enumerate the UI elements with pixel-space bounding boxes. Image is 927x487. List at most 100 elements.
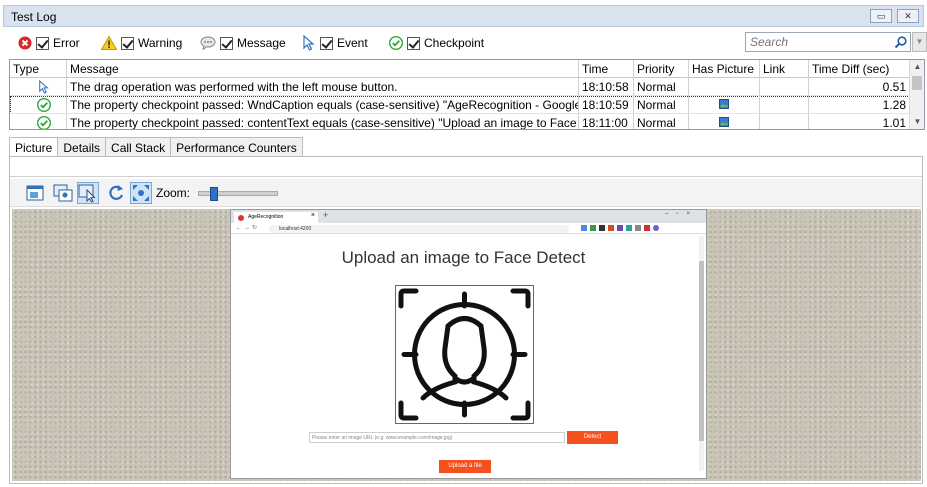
tab-details[interactable]: Details [57,137,107,157]
filter-warning-label: Warning [138,36,183,50]
close-button[interactable]: ✕ [897,9,919,23]
event-checkbox[interactable] [320,36,333,50]
compare-expected-button[interactable] [52,182,74,204]
filter-event[interactable]: Event [302,35,368,51]
filter-message[interactable]: Message [200,35,286,51]
checkpoint-icon [389,36,403,50]
event-icon [39,79,49,94]
row-link [760,114,809,129]
row-has-picture [689,114,760,129]
detect-button: Detect [567,431,618,444]
filter-warning[interactable]: Warning [101,35,182,51]
message-checkbox[interactable] [220,36,233,50]
filter-checkpoint[interactable]: Checkpoint [389,35,484,51]
fit-to-window-button[interactable] [130,182,152,204]
zoom-label: Zoom: [156,186,191,200]
image-view-icon [26,185,44,201]
browser-tab: AgeRecognition × [234,212,318,223]
captured-screenshot: AgeRecognition × + –▫× ←→↻ localhost:420… [230,209,707,479]
column-header-link[interactable]: Link [760,60,809,78]
table-row[interactable]: The property checkpoint passed: WndCapti… [10,96,910,114]
table-row[interactable]: The property checkpoint passed: contentT… [10,114,910,129]
row-message: The property checkpoint passed: contentT… [67,114,579,129]
error-icon [18,36,32,50]
browser-url: localhost:4200 [269,225,569,233]
compare-images-icon [53,184,73,202]
column-header-time-diff[interactable]: Time Diff (sec) [809,60,910,78]
error-checkbox[interactable] [36,36,49,50]
face-detect-placeholder [395,285,534,424]
row-has-picture [689,96,760,114]
row-time: 18:11:00 [579,114,634,129]
checkpoint-icon [36,97,52,113]
column-header-priority[interactable]: Priority [634,60,689,78]
upload-file-button: Upload a file [439,460,491,473]
column-header-message[interactable]: Message [67,60,579,78]
browser-tab-strip: AgeRecognition × + –▫× [231,210,706,223]
tab-picture[interactable]: Picture [9,137,59,158]
filter-error[interactable]: Error [18,35,80,51]
tab-favicon-icon [238,215,244,221]
browser-tab-title: AgeRecognition [248,214,284,220]
log-grid[interactable]: Type Message Time Priority Has Picture L… [9,59,925,130]
search-box[interactable] [745,32,911,52]
filter-checkpoint-label: Checkpoint [424,36,485,50]
message-icon [200,36,216,50]
scroll-thumb[interactable] [912,76,922,90]
checkpoint-checkbox[interactable] [407,36,420,50]
tab-performance-counters[interactable]: Performance Counters [170,137,303,157]
event-icon [303,35,315,51]
picture-icon[interactable] [719,99,729,109]
page-heading: Upload an image to Face Detect [341,248,586,267]
new-tab-icon: + [323,210,329,220]
column-header-time[interactable]: Time [579,60,634,78]
table-row[interactable]: The drag operation was performed with th… [10,78,910,96]
row-type-cell [10,96,67,114]
filter-event-label: Event [337,36,368,50]
search-options-dropdown[interactable]: ▼ [912,32,927,52]
picture-toolbar: Zoom: [10,179,922,207]
filter-error-label: Error [53,36,80,50]
refresh-picture-button[interactable] [105,182,127,204]
detail-tabs: Picture Details Call Stack Performance C… [9,137,303,158]
scroll-down-icon[interactable]: ▼ [910,115,924,129]
grid-scrollbar[interactable]: ▲ ▼ [909,60,924,129]
picture-viewer[interactable]: AgeRecognition × + –▫× ←→↻ localhost:420… [12,209,921,481]
column-header-has-picture[interactable]: Has Picture [689,60,760,78]
grid-header: Type Message Time Priority Has Picture L… [10,60,910,78]
row-type-cell [10,78,67,96]
search-input[interactable] [746,33,886,51]
extension-icons [581,225,671,232]
row-message: The drag operation was performed with th… [67,78,579,96]
test-log-titlebar: Test Log ▭ ✕ [3,5,924,27]
view-picture-button[interactable] [24,182,46,204]
checkpoint-icon [37,116,51,129]
browser-address-bar: ←→↻ localhost:4200 [231,223,706,234]
row-link [760,78,809,96]
tab-call-stack[interactable]: Call Stack [105,137,172,157]
zoom-slider-thumb[interactable] [209,187,218,201]
picture-info-bar [10,157,922,177]
restore-button[interactable]: ▭ [870,9,892,23]
row-message: The property checkpoint passed: WndCapti… [67,96,579,114]
row-time-diff: 1.01 [809,114,910,129]
scroll-up-icon[interactable]: ▲ [910,60,924,74]
browser-nav-icon: ←→↻ [236,225,260,231]
column-header-type[interactable]: Type [10,60,67,78]
zoom-slider[interactable] [198,187,278,201]
warning-icon [101,36,117,50]
row-priority: Normal [634,78,689,96]
row-time-diff: 0.51 [809,78,910,96]
search-icon[interactable] [894,36,907,49]
row-time-diff: 1.28 [809,96,910,114]
row-has-picture [689,78,760,96]
row-time: 18:10:58 [579,78,634,96]
expand-icon [133,185,149,201]
picture-icon[interactable] [719,117,729,127]
row-priority: Normal [634,114,689,129]
tab-close-icon: × [310,212,315,219]
warning-checkbox[interactable] [121,36,134,50]
show-actual-button[interactable] [77,182,99,204]
picture-panel: Zoom: AgeRecognition × + –▫× ←→↻ localho… [9,157,923,484]
refresh-icon [109,185,124,200]
